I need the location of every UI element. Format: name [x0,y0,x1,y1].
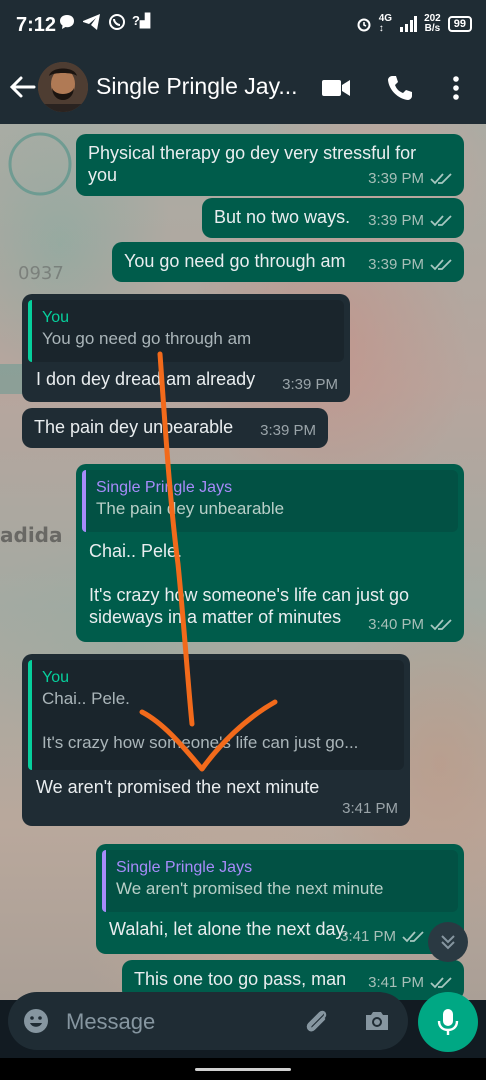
attach-button[interactable] [302,1006,332,1036]
contact-name[interactable]: Single Pringle Jay... [96,73,306,100]
message-bubble-outgoing[interactable]: Single Pringle Jays We aren't promised t… [96,844,464,954]
message-time: 3:39 PM [368,256,424,273]
chat-area[interactable]: 0937 adida Physical therapy go dey very … [0,124,486,1000]
message-bubble-outgoing[interactable]: Single Pringle Jays The pain dey unbeara… [76,464,464,642]
quote-text: The pain dey unbearable [96,499,285,518]
message-bubble-outgoing[interactable]: But no two ways. 3:39 PM [202,198,464,238]
message-time: 3:40 PM [368,616,424,633]
more-vert-icon [453,76,459,100]
message-time: 3:39 PM [368,212,424,229]
camera-icon [366,1012,388,1030]
message-bubble-outgoing[interactable]: You go need go through am 3:39 PM [112,242,464,282]
quoted-message[interactable]: Single Pringle Jays We aren't promised t… [102,850,458,912]
avatar-image [38,62,88,112]
back-button[interactable] [8,69,38,105]
message-bubble-incoming[interactable]: You Chai.. Pele. It's crazy how someone'… [22,654,410,826]
whatsapp-icon [109,14,125,30]
message-bubble-incoming[interactable]: The pain dey unbearable 3:39 PM [22,408,328,448]
status-bar: 7:12 ?▟ 4G ↕ 202 B/s 99 [0,0,486,50]
message-text-line1: Chai.. Pele. [89,541,183,561]
telegram-icon [83,14,100,30]
message-time: 3:39 PM [368,170,424,187]
video-call-icon [322,80,350,96]
signal-label: ? [132,13,140,28]
read-ticks-icon [402,931,424,943]
scroll-to-bottom-button[interactable] [428,922,468,962]
alarm-icon [357,18,371,32]
message-bubble-incoming[interactable]: You You go need go through am I don dey … [22,294,350,402]
read-ticks-icon [430,173,452,185]
double-chevron-down-icon [441,935,455,950]
message-input[interactable] [66,1007,276,1037]
net-speed: 202 B/s [424,13,441,34]
quote-text: You go need go through am [42,329,252,348]
quote-author: You [42,309,69,326]
back-arrow-icon [9,76,36,98]
voice-call-button[interactable] [384,72,416,104]
camera-button[interactable] [362,1006,392,1036]
message-time: 3:39 PM [260,422,316,439]
svg-text:adida: adida [0,523,62,547]
quote-text: We aren't promised the next minute [116,879,384,898]
quoted-message[interactable]: Single Pringle Jays The pain dey unbeara… [82,470,458,532]
chat-bubble-icon [60,15,74,29]
status-time: 7:12 [16,14,57,36]
avatar[interactable] [38,62,88,112]
read-ticks-icon [430,259,452,271]
message-time: 3:39 PM [282,376,338,393]
phone-icon [388,76,412,100]
emoji-icon [24,1009,48,1033]
network-type: 4G ↕ [378,13,393,34]
chat-header: Single Pringle Jay... [0,50,486,124]
attach-icon [306,1010,327,1032]
quote-author: Single Pringle Jays [116,859,253,876]
video-call-button[interactable] [320,72,352,104]
message-time: 3:41 PM [340,928,396,945]
voice-message-button[interactable] [418,992,478,1052]
more-options-button[interactable] [440,72,472,104]
svg-text:0937: 0937 [18,263,64,284]
home-gesture-handle[interactable] [195,1068,291,1071]
read-ticks-icon [430,215,452,227]
quote-text-line1: Chai.. Pele. [42,689,130,708]
signal-bars-icon [400,16,418,32]
read-ticks-icon [430,619,452,631]
emoji-button[interactable] [22,1007,50,1035]
quote-author: You [42,669,69,686]
mic-icon [437,1009,459,1035]
system-nav-bar [0,1058,486,1080]
quote-author: Single Pringle Jays [96,479,233,496]
battery-indicator: 99 [447,16,472,32]
message-box [8,992,408,1050]
message-time: 3:41 PM [342,800,398,817]
quoted-message[interactable]: You Chai.. Pele. It's crazy how someone'… [28,660,404,770]
message-bubble-outgoing[interactable]: Physical therapy go dey very stressful f… [76,134,464,196]
signal-icon: ?▟ [132,13,150,28]
quoted-message[interactable]: You You go need go through am [28,300,344,362]
message-text: We aren't promised the next minute [36,777,320,797]
quote-text-line2: It's crazy how someone's life can just g… [42,733,359,752]
